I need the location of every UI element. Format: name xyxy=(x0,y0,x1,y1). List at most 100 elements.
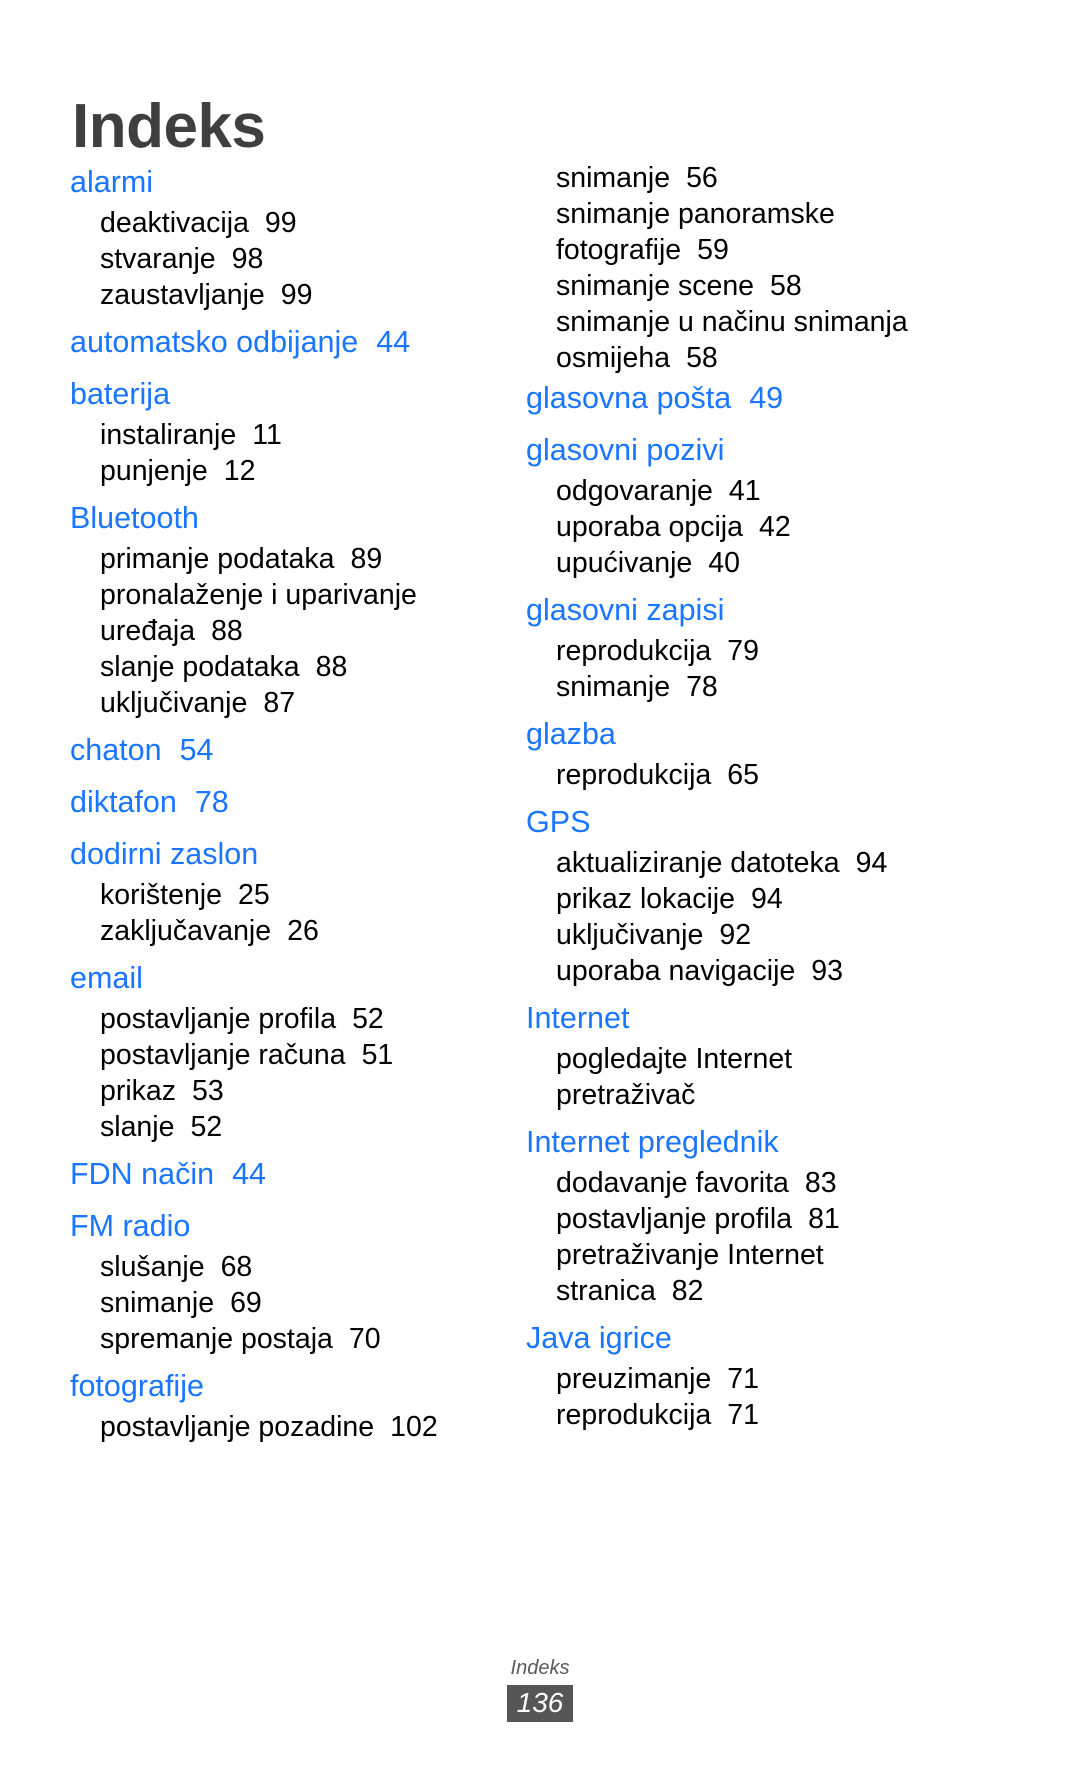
index-page-number: 99 xyxy=(264,207,297,239)
index-page-number: 78 xyxy=(194,785,229,819)
index-term: Internet preglednik xyxy=(526,1125,779,1159)
index-subentry: prikaz lokacije 94 xyxy=(526,881,930,917)
index-subentry: fotografije 59 xyxy=(526,232,930,268)
index-heading: email xyxy=(70,956,490,1001)
index-term: instaliranje xyxy=(100,419,237,451)
index-term: glasovna pošta xyxy=(526,381,732,415)
index-page-number: 65 xyxy=(727,759,759,791)
index-page-number: 83 xyxy=(804,1167,837,1199)
index-subentry: reprodukcija 71 xyxy=(526,1397,930,1433)
index-subentry: slanje podataka 88 xyxy=(70,649,490,685)
index-subentry: postavljanje profila 81 xyxy=(526,1201,930,1237)
index-term: FDN način xyxy=(70,1157,215,1191)
index-page-number: 102 xyxy=(390,1411,438,1443)
index-heading: FM radio xyxy=(70,1204,490,1249)
index-subentry: snimanje 56 xyxy=(526,160,930,196)
index-page-number: 78 xyxy=(686,671,718,703)
index-term: pretraživanje Internet xyxy=(556,1239,824,1271)
index-subentry: slušanje 68 xyxy=(70,1249,490,1285)
index-page-number: 88 xyxy=(315,651,348,683)
index-subentry: uporaba navigacije 93 xyxy=(526,953,930,989)
index-page: Indeks alarmi deaktivacija 99 stvaranje 98 za… xyxy=(0,0,1080,1771)
index-subentry: postavljanje pozadine 102 xyxy=(70,1409,490,1445)
index-subentry: snimanje 78 xyxy=(526,669,930,705)
index-heading: Internet xyxy=(526,996,930,1041)
index-page-number: 68 xyxy=(220,1251,253,1283)
index-page-number: 59 xyxy=(697,234,729,266)
index-term: aktualiziranje datoteka xyxy=(556,847,840,879)
index-term: GPS xyxy=(526,805,591,839)
index-page-number: 70 xyxy=(348,1323,381,1355)
index-subentry: odgovaranje 41 xyxy=(526,473,930,509)
index-subentry: pretraživanje Internet xyxy=(526,1237,930,1273)
index-subentry: zaključavanje 26 xyxy=(70,913,490,949)
index-page-number: 53 xyxy=(192,1075,224,1107)
index-term: zaključavanje xyxy=(100,915,272,947)
index-term: postavljanje profila xyxy=(556,1203,793,1235)
index-term: prikaz xyxy=(100,1075,177,1107)
index-page-number: 49 xyxy=(749,381,784,415)
index-term: Bluetooth xyxy=(70,501,199,535)
index-subentry: reprodukcija 65 xyxy=(526,757,930,793)
index-heading: Internet preglednik xyxy=(526,1120,930,1165)
index-subentry: postavljanje računa 51 xyxy=(70,1037,490,1073)
index-subentry: uređaja 88 xyxy=(70,613,490,649)
index-term: slušanje xyxy=(100,1251,205,1283)
index-subentry: snimanje scene 58 xyxy=(526,268,930,304)
index-heading: glasovni pozivi xyxy=(526,428,930,473)
index-term: uporaba navigacije xyxy=(556,955,796,987)
footer-page-number: 136 xyxy=(506,1685,574,1722)
index-page-number: 94 xyxy=(751,883,783,915)
index-heading: GPS xyxy=(526,800,930,845)
index-term: reprodukcija xyxy=(556,635,712,667)
index-page-number: 94 xyxy=(855,847,888,879)
index-page-number: 82 xyxy=(671,1275,704,1307)
index-subentry: korištenje 25 xyxy=(70,877,490,913)
index-page-number: 52 xyxy=(190,1111,223,1143)
index-term: glasovni zapisi xyxy=(526,593,725,627)
index-page-number: 58 xyxy=(686,342,718,374)
index-page-number: 89 xyxy=(350,543,383,575)
index-term: Java igrice xyxy=(526,1321,672,1355)
index-page-number: 51 xyxy=(361,1039,394,1071)
index-term: stvaranje xyxy=(100,243,216,275)
index-page-number: 71 xyxy=(727,1363,759,1395)
index-subentry: spremanje postaja 70 xyxy=(70,1321,490,1357)
index-term: korištenje xyxy=(100,879,222,911)
index-term: stranica xyxy=(556,1275,656,1307)
index-term: postavljanje profila xyxy=(100,1003,337,1035)
index-term: email xyxy=(70,961,143,995)
index-subentry: deaktivacija 99 xyxy=(70,205,490,241)
footer-section-label: Indeks xyxy=(510,1657,570,1679)
index-term: zaustavljanje xyxy=(100,279,265,311)
index-term: deaktivacija xyxy=(100,207,249,239)
index-page-number: 81 xyxy=(808,1203,840,1235)
index-page-number: 69 xyxy=(230,1287,262,1319)
index-term: punjenje xyxy=(100,455,208,487)
index-term: odgovaranje xyxy=(556,475,713,507)
index-subentry: pogledajte Internet xyxy=(526,1041,930,1077)
index-subentry: pretraživač xyxy=(526,1077,930,1113)
index-heading: glazba xyxy=(526,712,930,757)
index-term: reprodukcija xyxy=(556,1399,712,1431)
index-page-number: 93 xyxy=(811,955,843,987)
index-page-number: 26 xyxy=(287,915,319,947)
index-subentry: snimanje u načinu snimanja xyxy=(526,304,930,340)
index-term: snimanje xyxy=(100,1287,215,1319)
index-page-number: 58 xyxy=(770,270,802,302)
index-subentry: osmijeha 58 xyxy=(526,340,930,376)
index-term: FM radio xyxy=(70,1209,191,1243)
index-term: uključivanje xyxy=(556,919,704,951)
index-subentry: aktualiziranje datoteka 94 xyxy=(526,845,930,881)
index-page-number: 12 xyxy=(223,455,256,487)
index-term: snimanje scene xyxy=(556,270,755,302)
index-heading: dodirni zaslon xyxy=(70,832,490,877)
index-term: automatsko odbijanje xyxy=(70,325,359,359)
index-term: baterija xyxy=(70,377,171,411)
index-term: alarmi xyxy=(70,165,154,199)
index-page-number: 52 xyxy=(352,1003,384,1035)
index-page-number: 56 xyxy=(686,162,718,194)
index-heading: FDN način 44 xyxy=(70,1152,490,1197)
index-heading: Java igrice xyxy=(526,1316,930,1361)
index-term: spremanje postaja xyxy=(100,1323,333,1355)
